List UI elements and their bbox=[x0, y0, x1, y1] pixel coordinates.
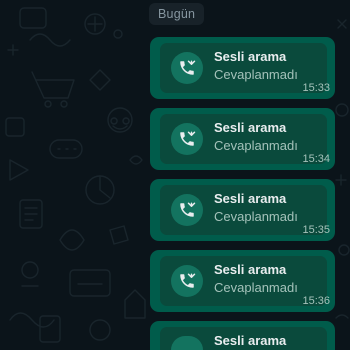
call-message-bubble[interactable]: Sesli arama Cevaplanmadı 15:33 bbox=[150, 37, 335, 99]
call-status: Cevaplanmadı bbox=[214, 209, 298, 224]
call-title: Sesli arama bbox=[214, 120, 287, 135]
call-message-bubble[interactable]: Sesli arama bbox=[150, 321, 335, 350]
call-icon-badge bbox=[171, 194, 203, 226]
missed-voice-call-icon bbox=[180, 60, 196, 75]
call-title: Sesli arama bbox=[214, 262, 287, 277]
call-card[interactable]: Sesli arama bbox=[160, 327, 327, 350]
call-message-bubble[interactable]: Sesli arama Cevaplanmadı 15:36 bbox=[150, 250, 335, 312]
message-time: 15:33 bbox=[302, 82, 330, 94]
call-status: Cevaplanmadı bbox=[214, 67, 298, 82]
call-status: Cevaplanmadı bbox=[214, 280, 298, 295]
call-title: Sesli arama bbox=[214, 333, 287, 348]
message-time: 15:36 bbox=[302, 295, 330, 307]
call-title: Sesli arama bbox=[214, 49, 287, 64]
call-status: Cevaplanmadı bbox=[214, 138, 298, 153]
message-time: 15:34 bbox=[302, 153, 330, 165]
call-icon-badge bbox=[171, 265, 203, 297]
missed-voice-call-icon bbox=[180, 131, 196, 146]
missed-voice-call-icon bbox=[180, 273, 196, 288]
message-list: Sesli arama Cevaplanmadı 15:33 Sesli ara… bbox=[0, 0, 350, 350]
call-message-bubble[interactable]: Sesli arama Cevaplanmadı 15:35 bbox=[150, 179, 335, 241]
call-icon-badge bbox=[171, 52, 203, 84]
call-title: Sesli arama bbox=[214, 191, 287, 206]
call-icon-badge bbox=[171, 123, 203, 155]
message-time: 15:35 bbox=[302, 224, 330, 236]
missed-voice-call-icon bbox=[180, 202, 196, 217]
call-message-bubble[interactable]: Sesli arama Cevaplanmadı 15:34 bbox=[150, 108, 335, 170]
call-icon-badge bbox=[171, 336, 203, 350]
